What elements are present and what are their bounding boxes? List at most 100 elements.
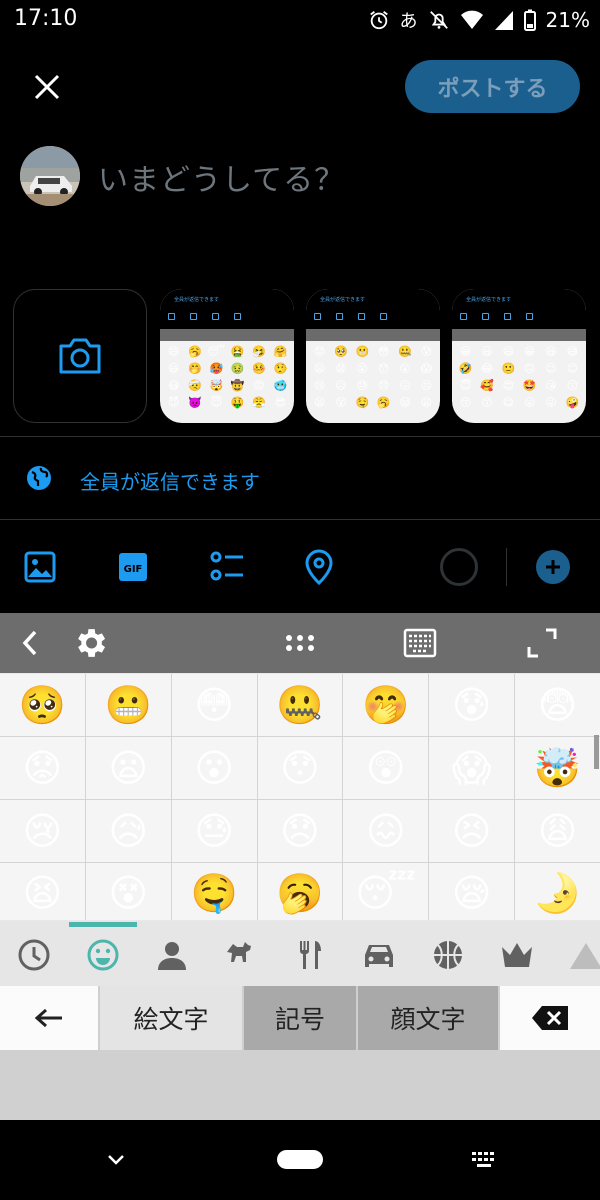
thumb-caption: 全員が返信できます [320, 297, 366, 303]
emoji-key[interactable]: 😯 [257, 737, 343, 799]
keyboard-expand-button[interactable] [520, 613, 564, 673]
close-icon [34, 74, 60, 100]
emoji-scrollbar[interactable] [594, 735, 599, 769]
keyboard-footer [0, 1050, 600, 1120]
emoji-key[interactable]: 🤐 [257, 674, 343, 736]
car-icon [365, 945, 393, 967]
signal-icon [494, 11, 513, 30]
emoji-key[interactable]: 😲 [343, 737, 429, 799]
dots-grid-icon [286, 635, 314, 651]
emoji-key[interactable]: 😓 [171, 800, 257, 862]
gif-icon: GIF [119, 553, 147, 581]
crown-icon [502, 943, 532, 967]
emoji-key[interactable]: 😟 [0, 737, 85, 799]
emoji-key[interactable]: 😬 [85, 674, 171, 736]
category-recent[interactable] [4, 926, 64, 984]
thumb-emoji-grid: 😄 🥱 😴 🤮 🤧 🤗 😃 🤭 🥵 🤢 🤒 🤥 😷 🤕 🤯 🤠 😡 🥶 😈 👿 😇 🤑 😤 😎 [167, 345, 288, 409]
delete-key[interactable] [500, 986, 600, 1050]
keyboard-switch-button[interactable] [398, 613, 442, 673]
poll-button[interactable] [205, 545, 249, 589]
emoji-key[interactable]: 😵 [85, 863, 171, 920]
emoji-key[interactable]: 😳 [171, 674, 257, 736]
close-button[interactable] [24, 64, 70, 110]
ime-indicator: あ [399, 11, 418, 32]
gear-icon [78, 629, 106, 657]
avatar[interactable] [20, 146, 80, 206]
nav-keyboard-button[interactable] [466, 1146, 502, 1174]
keyboard-icon [472, 1152, 494, 1167]
emoji-key[interactable]: 😰 [429, 674, 515, 736]
emoji-key[interactable]: 😖 [343, 800, 429, 862]
location-button[interactable] [297, 545, 341, 589]
image-button[interactable] [18, 545, 62, 589]
category-people[interactable] [142, 926, 202, 984]
keyboard-menu-button[interactable] [278, 613, 322, 673]
emoji-key[interactable]: 😫 [0, 863, 85, 920]
emoji-key[interactable]: 😪 [429, 863, 515, 920]
emoji-key[interactable]: 😣 [429, 800, 515, 862]
emoji-key[interactable]: 😢 [0, 800, 85, 862]
camera-button[interactable] [13, 289, 147, 423]
tab-symbols[interactable]: 記号 [244, 986, 356, 1050]
keyboard-back-key[interactable] [0, 986, 98, 1050]
dog-icon [227, 942, 251, 962]
keyboard-back-button[interactable] [8, 613, 52, 673]
avatar-photo [20, 146, 80, 206]
svg-text:GIF: GIF [124, 564, 143, 575]
battery-icon [523, 9, 536, 31]
backspace-icon [532, 1006, 568, 1030]
status-time: 17:10 [14, 6, 78, 31]
battery-percent: 21% [545, 8, 590, 32]
emoji-key[interactable]: 🤤 [171, 863, 257, 920]
category-activity[interactable] [418, 926, 478, 984]
wifi-icon [460, 10, 483, 29]
thumb-emoji-grid: 😀 😃 😄 😁 😆 😅 🤣 😂 🙂 🙃 😉 😊 😇 🥰 😍 🤩 😘 😗 😚 😙 😋 😛 😜 🤪 [458, 345, 580, 409]
expand-icon [527, 628, 557, 658]
emoji-key[interactable]: 😞 [257, 800, 343, 862]
emoji-key[interactable]: 😱 [429, 737, 515, 799]
media-thumbnail[interactable]: 全員が返信できます 😄 🥱 😴 🤮 🤧 🤗 😃 🤭 🥵 🤢 🤒 🤥 😷 🤕 🤯 🤠 😡 🥶 😈 👿 😇 🤑 😤 😎 [160, 289, 294, 423]
media-thumbnail[interactable]: 全員が返信できます 😀 😃 😄 😁 😆 😅 🤣 😂 🙂 🙃 😉 😊 😇 🥰 😍 🤩 😘 😗 😚 😙 😋 😛 😜 🤪 [452, 289, 586, 423]
chevron-down-icon [108, 1155, 124, 1165]
media-thumbnail[interactable]: 全員が返信できます 😟 🥺 😬 😳 🤐 😰 😦 😧 😮 😯 😲 😱 😢 😥 😓 😞 😖 😣 😫 😵 🤤 🥱 😪 😩 [306, 289, 440, 423]
category-symbols[interactable] [556, 926, 600, 984]
emoji-key[interactable]: 😴 [343, 863, 429, 920]
poll-icon [210, 551, 243, 581]
emoji-key[interactable]: 🥺 [0, 674, 85, 736]
tab-emoji[interactable]: 絵文字 [100, 986, 242, 1050]
emoji-key[interactable]: 😦 [85, 737, 171, 799]
add-thread-button[interactable] [536, 550, 570, 584]
emoji-key[interactable]: 😩 [515, 800, 600, 862]
keyboard-icon [403, 628, 437, 658]
arrow-left-icon [34, 1008, 62, 1028]
smiley-icon [87, 939, 119, 971]
nav-home-button[interactable] [277, 1150, 323, 1169]
nav-hide-keyboard-button[interactable] [100, 1146, 132, 1174]
thumb-emoji-grid: 😟 🥺 😬 😳 🤐 😰 😦 😧 😮 😯 😲 😱 😢 😥 😓 😞 😖 😣 😫 😵 🤤 🥱 😪 😩 [313, 345, 433, 409]
keyboard-settings-button[interactable] [66, 613, 114, 673]
emoji-grid: 🥺 😬 😳 🤐 🤭 😰 😨 😟 😦 😮 😯 😲 😱 🤯 😢 😥 😓 😞 😖 😣 … [0, 674, 600, 920]
category-food[interactable] [280, 926, 340, 984]
emoji-key[interactable]: 😥 [85, 800, 171, 862]
post-button[interactable]: ポストする [405, 60, 580, 113]
location-pin-icon [305, 549, 333, 585]
toolbar-separator [506, 548, 507, 586]
category-smileys[interactable] [73, 926, 133, 984]
gif-button[interactable]: GIF [111, 545, 155, 589]
category-travel[interactable] [349, 926, 409, 984]
emoji-key[interactable]: 😮 [171, 737, 257, 799]
emoji-key[interactable]: 🌛 [515, 863, 600, 920]
emoji-key[interactable]: 😨 [515, 674, 600, 736]
compose-input[interactable]: いまどうしてる？ [98, 155, 345, 199]
mute-icon [429, 11, 448, 29]
emoji-key[interactable]: 🥱 [257, 863, 343, 920]
emoji-key[interactable]: 🤯 [515, 737, 600, 799]
tab-kaomoji[interactable]: 顔文字 [358, 986, 498, 1050]
category-objects[interactable] [487, 926, 547, 984]
status-bar: 17:10 あ 21% [0, 0, 600, 40]
emoji-key[interactable]: 🤭 [343, 674, 429, 736]
thumb-caption: 全員が返信できます [466, 297, 512, 303]
chevron-left-icon [22, 630, 37, 656]
globe-icon [27, 466, 51, 490]
category-animals[interactable] [211, 926, 271, 984]
